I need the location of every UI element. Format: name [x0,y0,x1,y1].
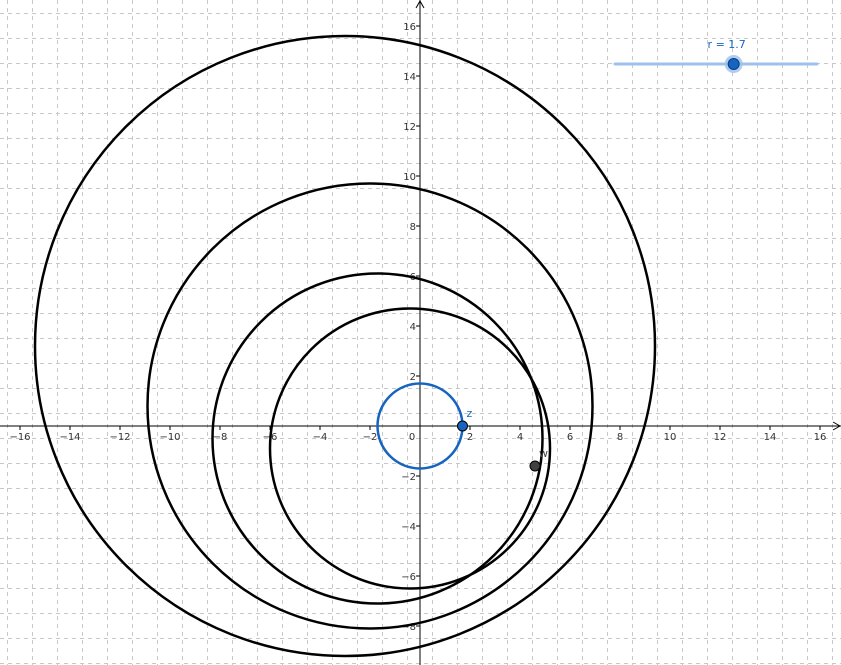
point-z-label: z [467,407,473,420]
slider-label: r = 1.7 [708,38,746,51]
x-tick-label: 8 [617,432,623,443]
x-tick-label: 2 [467,432,473,443]
x-tick-label: −8 [213,432,228,443]
x-tick-label: −4 [313,432,328,443]
y-tick-label: 8 [410,222,416,233]
graphics-view[interactable]: −16 −14 −12 −10 −8 −6 −4 −2 0 2 4 6 8 10 12 14 16−8−6−4−… [0,0,841,665]
y-tick-label: 12 [403,122,416,133]
y-tick-label: −2 [401,472,416,483]
x-tick-label: −12 [109,432,130,443]
y-tick-label: 2 [410,372,416,383]
y-tick-label: −6 [401,572,416,583]
x-tick-label: 10 [664,432,677,443]
point-w[interactable] [529,460,541,472]
slider-knob[interactable] [727,58,740,70]
x-tick-label: −14 [59,432,80,443]
point-z[interactable] [457,420,468,432]
point-w-label: w [539,447,548,460]
y-tick-label: −4 [401,522,416,533]
y-tick-label: 10 [403,172,416,183]
x-tick-label: 12 [714,432,727,443]
x-tick-label: −10 [159,432,180,443]
x-tick-label: 6 [567,432,573,443]
x-tick-label: 16 [814,432,827,443]
y-tick-label: 4 [410,322,416,333]
y-tick-label: 16 [403,22,416,33]
y-tick-label: 14 [403,72,416,83]
x-tick-label: 14 [764,432,777,443]
x-tick-label: −2 [363,432,378,443]
x-tick-label: 4 [517,432,523,443]
x-tick-label: 0 [409,432,415,443]
x-tick-label: −16 [9,432,30,443]
